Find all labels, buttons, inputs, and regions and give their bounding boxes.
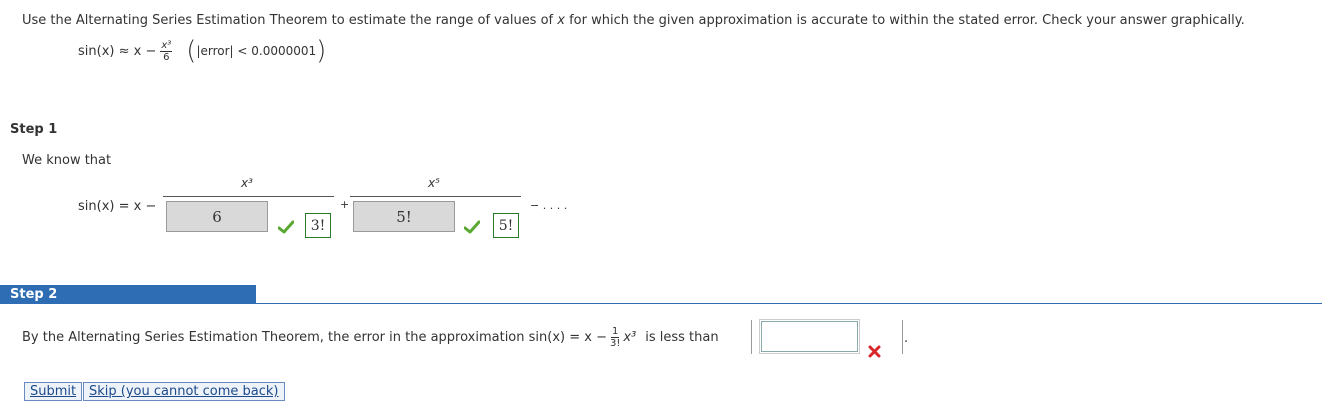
term1-check-icon	[277, 220, 295, 238]
step2-text-post: is less than	[645, 330, 719, 345]
step2-frac-var: x³	[623, 330, 637, 345]
step2-text: By the Alternating Series Estimation The…	[22, 326, 719, 349]
term1-correct-answer: 3!	[305, 213, 331, 238]
error-answer-input[interactable]	[759, 319, 860, 354]
submit-button[interactable]: Submit	[24, 382, 83, 401]
step2-frac-numerator: 1	[610, 326, 620, 338]
term2-answer-input[interactable]: 5!	[353, 201, 455, 232]
error-answer-x-icon	[868, 345, 881, 362]
step2-label: Step 2	[10, 287, 58, 302]
step2-header: Step 2	[0, 285, 256, 304]
step2-period: .	[904, 331, 909, 346]
step1-intro: We know that	[22, 153, 112, 168]
skip-button[interactable]: Skip (you cannot come back)	[83, 382, 285, 401]
step2-frac-denominator: 3!	[609, 338, 621, 349]
approx-numerator: x³	[160, 39, 173, 52]
approximation-formula: sin(x) ≈ x − x³ 6 ( |error| < 0.0000001 …	[78, 38, 326, 64]
approx-fraction: x³ 6	[160, 39, 173, 63]
instruction-var: x	[557, 13, 565, 28]
approx-denominator: 6	[163, 51, 170, 63]
term1-numerator: x³	[241, 176, 253, 190]
term1-answer-input[interactable]: 6	[166, 201, 268, 232]
term2-correct-answer: 5!	[493, 213, 519, 238]
instruction-post: for which the given approximation is acc…	[564, 13, 1245, 28]
series-tail: − . . . .	[530, 199, 568, 212]
term2-check-icon	[463, 220, 481, 238]
step2-divider	[256, 303, 1322, 304]
close-paren: )	[316, 36, 327, 66]
step2-text-pre: By the Alternating Series Estimation The…	[22, 330, 607, 345]
step1-label: Step 1	[10, 122, 58, 137]
term2-numerator: x⁵	[428, 176, 440, 190]
instruction-pre: Use the Alternating Series Estimation Th…	[22, 13, 558, 28]
series-lhs: sin(x) = x −	[78, 199, 157, 214]
plus-sign: +	[340, 198, 350, 211]
term1-fraction-bar	[163, 196, 334, 197]
error-bound: |error| < 0.0000001	[196, 44, 317, 58]
problem-instruction: Use the Alternating Series Estimation Th…	[22, 13, 1245, 28]
approx-lhs: sin(x) ≈ x −	[78, 43, 157, 59]
open-paren: (	[186, 36, 197, 66]
term2-fraction-bar	[350, 196, 521, 197]
step2-fraction: 1 3!	[610, 326, 620, 349]
